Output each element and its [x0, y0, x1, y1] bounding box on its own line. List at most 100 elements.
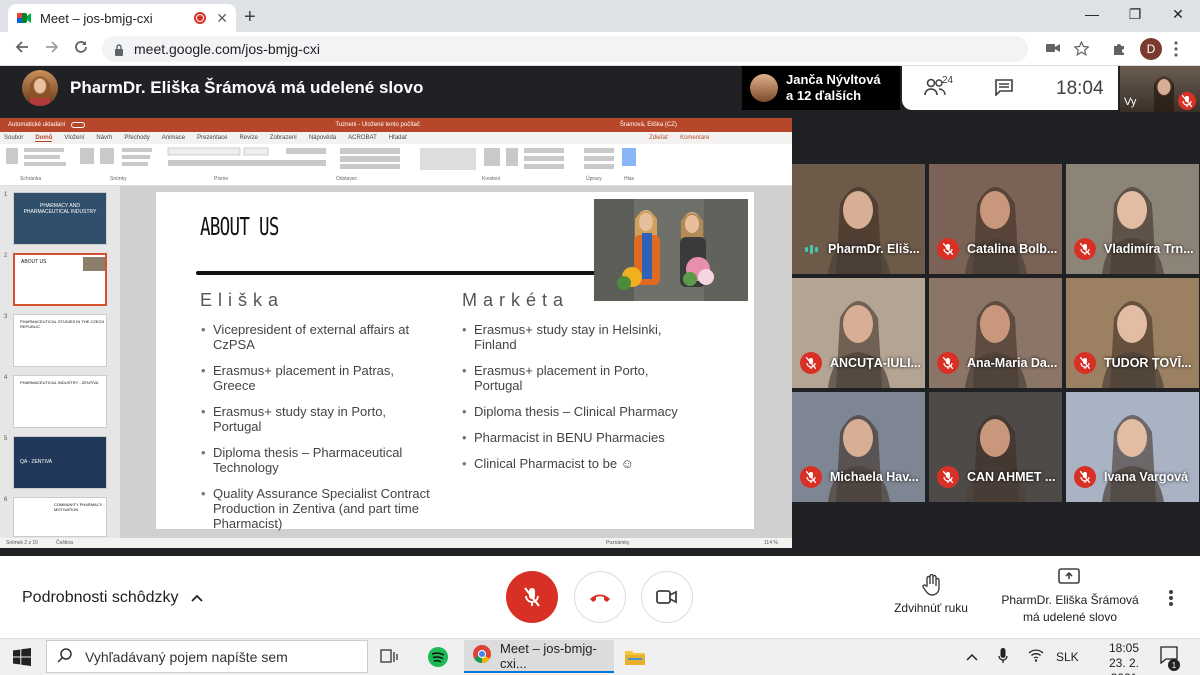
task-view-icon[interactable] [380, 640, 398, 673]
participant-name-label: Catalina Bolb... [937, 238, 1057, 260]
list-item: Erasmus+ study stay in Porto, Portugal [201, 404, 437, 434]
spotify-icon[interactable] [427, 640, 449, 673]
keyboard-language[interactable]: SLK [1056, 650, 1079, 664]
chrome-menu-icon[interactable] [1174, 41, 1178, 61]
slide-thumb-6[interactable]: COMMUNITY PHARMACY - MOTIVATION [13, 497, 107, 537]
search-placeholder: Vyhľadávaný pojem napíšte sem [85, 648, 288, 665]
mic-off-icon [524, 587, 540, 607]
maximize-button[interactable]: ❐ [1115, 6, 1155, 23]
slide-thumb-5[interactable]: QA - ZENTIVA [13, 436, 107, 489]
mic-toggle-button[interactable] [506, 571, 558, 623]
meeting-clock: 18:04 [1056, 78, 1104, 99]
bookmark-star-icon[interactable] [1073, 40, 1090, 60]
ppt-search[interactable]: Hľadať [389, 135, 407, 141]
participant-name: Vladimíra Trn... [1104, 242, 1194, 256]
ppt-menu-zobrazeni[interactable]: Zobrazení [270, 135, 297, 141]
status-notes[interactable]: Poznámky [606, 540, 629, 546]
ppt-menu-domu[interactable]: Domů [35, 135, 53, 142]
participant-tile[interactable]: ANCUȚA-IULI... [792, 278, 925, 388]
chat-icon[interactable] [994, 78, 1014, 101]
minimize-button[interactable]: — [1072, 6, 1112, 22]
taskbar-clock[interactable]: 18:05 23. 2. 2021 [1098, 641, 1150, 675]
participant-tile[interactable]: PharmDr. Eliš... [792, 164, 925, 274]
presenting-line-1: PharmDr. Eliška Šrámová [1001, 593, 1139, 607]
participant-tile[interactable]: TUDOR ȚOVĪ... [1066, 278, 1199, 388]
ppt-menu-acrobat[interactable]: ACROBAT [348, 135, 377, 141]
camera-toggle-button[interactable] [641, 571, 693, 623]
window-close-button[interactable]: ✕ [1158, 6, 1198, 23]
ribbon-group-snimky: Snímky [110, 176, 127, 182]
list-item: Diploma thesis – Clinical Pharmacy [462, 404, 692, 419]
meeting-details-button[interactable]: Podrobnosti schôdzky [22, 589, 203, 607]
taskbar-search-input[interactable]: Vyhľadávaný pojem napíšte sem [46, 640, 368, 673]
presenting-label[interactable]: PharmDr. Eliška Šrámová má udelené slovo [990, 593, 1150, 624]
slide-thumb-4[interactable]: PHARMACEUTICAL INDUSTRY - ZENTIVA [13, 375, 107, 428]
tray-expand-icon[interactable] [966, 650, 978, 664]
forward-arrow-icon[interactable] [44, 39, 60, 60]
participant-name-label: Michaela Hav... [800, 466, 919, 488]
ppt-menu-prechody[interactable]: Přechody [124, 135, 149, 141]
hang-up-icon [590, 594, 610, 602]
raise-hand-label[interactable]: Zdvihnúť ruku [886, 601, 976, 615]
participant-tile[interactable]: Ana-Maria Da... [929, 278, 1062, 388]
thumb-number: 4 [4, 375, 8, 381]
ppt-menu-animace[interactable]: Animace [162, 135, 185, 141]
participant-tile[interactable]: CAN AHMET ... [929, 392, 1062, 502]
tab-close-icon[interactable]: ✕ [216, 10, 228, 27]
viewers-pill[interactable]: Janča Nývltová a 12 ďalších [742, 66, 900, 110]
ppt-menu-revize[interactable]: Revize [239, 135, 257, 141]
slide-thumb-1[interactable]: PHARMACY AND PHARMACEUTICAL INDUSTRY [13, 192, 107, 245]
clock-time: 18:05 [1108, 641, 1140, 655]
profile-avatar[interactable]: D [1140, 38, 1162, 60]
slide-thumb-2[interactable]: ABOUT US [13, 253, 107, 306]
notification-count-badge: 1 [1168, 659, 1180, 671]
back-arrow-icon[interactable] [14, 39, 30, 60]
ribbon-group-schranka: Schránka [20, 176, 42, 182]
presenter-title: PharmDr. Eliška Šrámová má udelené slovo [70, 78, 424, 97]
mic-off-icon [937, 352, 959, 374]
taskbar-chrome-item[interactable]: Meet – jos-bmjg-cxi... [464, 640, 614, 673]
file-explorer-icon[interactable] [624, 640, 646, 673]
participant-tile[interactable]: Ivana Vargová [1066, 392, 1199, 502]
list-item: Pharmacist in BENU Pharmacies [462, 430, 692, 445]
thumb-title: PHARMACY AND PHARMACEUTICAL INDUSTRY [23, 203, 97, 215]
raise-hand-icon[interactable] [921, 573, 941, 601]
ppt-menu-prezentace[interactable]: Prezentace [197, 135, 227, 141]
slide-thumb-3[interactable]: PHARMACEUTICAL STUDIES IN THE CZECH REPU… [13, 314, 107, 367]
search-icon [57, 647, 73, 666]
leave-call-button[interactable] [574, 571, 626, 623]
participant-name: Catalina Bolb... [967, 242, 1058, 256]
chevron-up-icon [191, 589, 203, 607]
mic-off-icon [937, 466, 959, 488]
ppt-menu-napoveda[interactable]: Nápověda [309, 135, 336, 141]
thumb-number: 2 [4, 253, 8, 259]
thumb-title: PHARMACEUTICAL INDUSTRY - ZENTIVA [20, 380, 99, 385]
ppt-menu-navrh[interactable]: Návrh [96, 135, 112, 141]
mic-off-icon [937, 238, 959, 260]
participant-tile[interactable]: Michaela Hav... [792, 392, 925, 502]
presenter-avatar [22, 70, 58, 106]
ppt-share-button[interactable]: Zdieľať [649, 135, 668, 141]
reload-icon[interactable] [73, 39, 89, 60]
ppt-menu-soubor[interactable]: Soubor [4, 135, 23, 141]
ppt-comments-button[interactable]: Komentáre [680, 135, 709, 141]
url-omnibox[interactable]: meet.google.com/jos-bmjg-cxi [102, 36, 1028, 62]
wifi-icon[interactable] [1028, 648, 1044, 665]
more-options-icon[interactable] [1168, 589, 1174, 612]
camera-permission-icon[interactable] [1046, 41, 1060, 59]
participant-name: Ana-Maria Da... [967, 356, 1058, 370]
extensions-icon[interactable] [1112, 41, 1127, 60]
chrome-item-label: Meet – jos-bmjg-cxi... [500, 640, 597, 671]
autosave-toggle[interactable] [71, 122, 86, 128]
status-slide-count: Snímek 2 z 10 [6, 540, 38, 546]
status-zoom[interactable]: 114 % [764, 540, 778, 546]
ppt-menu-vlozeni[interactable]: Vložení [64, 135, 84, 141]
present-now-icon[interactable] [1058, 568, 1080, 591]
microphone-tray-icon[interactable] [998, 648, 1008, 667]
participant-tile[interactable]: Vladimíra Trn... [1066, 164, 1199, 274]
participant-tile[interactable]: Catalina Bolb... [929, 164, 1062, 274]
windows-start-icon[interactable] [13, 648, 31, 671]
new-tab-button[interactable]: + [244, 6, 256, 29]
ribbon-group-upravy: Úpravy [586, 176, 602, 182]
browser-tab[interactable]: Meet – jos-bmjg-cxi ✕ [8, 4, 236, 32]
